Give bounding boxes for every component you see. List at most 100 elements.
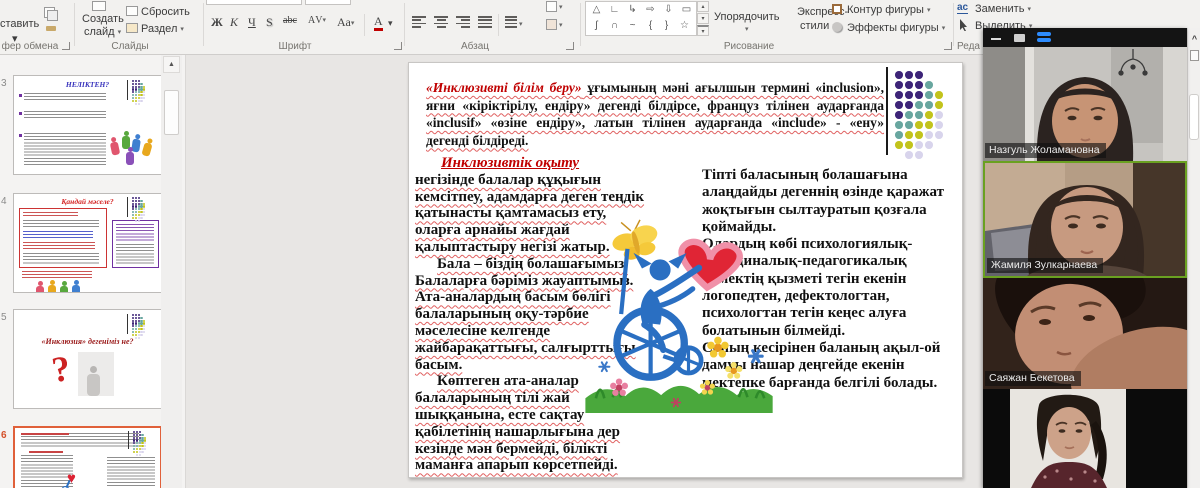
replace-icon[interactable]: ac (957, 2, 968, 14)
shape-outline-icon[interactable] (832, 4, 842, 14)
thumbnail-slide-6-selected[interactable]: ♥ (13, 426, 162, 488)
intro-textbox[interactable]: «Инклюзивті білім беру» ұғымының мәні ағ… (426, 79, 884, 149)
font-color-chevron-icon[interactable]: ▾ (388, 18, 393, 29)
thumbnail-scrollbar-thumb[interactable] (164, 90, 179, 135)
new-slide-button-line2[interactable]: слайд ▾ (84, 26, 121, 38)
section-button[interactable]: Раздел ▾ (141, 23, 184, 35)
thumbnail-scrollbar[interactable]: ▲ (161, 55, 182, 488)
bullet-decor (19, 134, 22, 137)
thumbnail-scroll-up-button[interactable]: ▲ (163, 56, 180, 73)
reset-button[interactable]: Сбросить (141, 6, 190, 18)
shape-effects-button[interactable]: Эффекты фигуры ▾ (847, 22, 945, 34)
text-shadow-button[interactable]: S (266, 15, 273, 30)
columns-button[interactable] (505, 16, 519, 28)
align-justify-button[interactable] (478, 16, 492, 28)
clipboard-dialog-launcher[interactable] (62, 42, 70, 50)
replace-label: Заменить (975, 3, 1024, 15)
gallery-view-icon[interactable] (1037, 32, 1051, 43)
strikethrough-button[interactable]: abc (283, 15, 297, 26)
shapes-more-icon[interactable]: ▾ (697, 25, 709, 36)
char-spacing-button[interactable]: АV▾ (308, 15, 326, 26)
shapes-scroll-up-icon[interactable]: ▴ (697, 1, 709, 12)
shape-triangle-icon[interactable]: △ (588, 2, 605, 17)
shape-rectangle-icon[interactable]: ▭ (678, 2, 695, 17)
text-direction-chevron-icon[interactable]: ▾ (559, 3, 563, 11)
thumb5-title: «Инклюзия» дегеніміз не? (14, 337, 161, 346)
clipboard-group-label: фер обмена (0, 41, 60, 52)
shape-angle-icon[interactable]: ∟ (606, 2, 623, 17)
shape-freeform-icon[interactable]: ʃ (588, 18, 605, 33)
new-slide-button[interactable]: Создать (82, 13, 124, 25)
reset-slide-icon[interactable] (126, 6, 138, 16)
convert-smartart-chevron-icon[interactable]: ▾ (559, 21, 563, 29)
small-separator (498, 14, 499, 36)
wheelchair-girl-heart-clipart (581, 211, 776, 413)
shape-right-arrow-icon[interactable]: ⇨ (642, 2, 659, 17)
participant-tile-2-active[interactable]: Жамиля Зулкарнаева (983, 161, 1187, 278)
shape-star-icon[interactable]: ☆ (676, 18, 693, 33)
paste-button[interactable]: ставить (0, 18, 39, 30)
thumb-text-lines (21, 455, 73, 488)
shape-outline-button[interactable]: Контур фигуры ▾ (847, 4, 931, 16)
shape-curve-icon[interactable]: ~ (624, 18, 641, 33)
participant-tile-4[interactable] (983, 389, 1187, 488)
arrange-chevron-icon[interactable]: ▾ (745, 25, 749, 33)
scrollbar-split-box[interactable] (1190, 50, 1199, 61)
editor-scrollbar[interactable]: ^ (1187, 28, 1200, 488)
children-clipart (131, 139, 141, 153)
quick-styles-button-line2[interactable]: стили ▾ (800, 20, 836, 32)
paragraph-dialog-launcher[interactable] (566, 42, 574, 50)
italic-button[interactable]: К (230, 15, 238, 30)
shape-effects-chevron-icon: ▾ (942, 25, 946, 32)
align-left-button[interactable] (412, 16, 426, 28)
children-clipart (60, 286, 68, 293)
shape-left-brace-icon[interactable]: { (642, 18, 659, 33)
select-pointer-icon[interactable] (959, 19, 969, 31)
dots-line-decor (886, 67, 888, 155)
align-right-button[interactable] (456, 16, 470, 28)
new-slide-label-1: Создать (82, 13, 124, 25)
participant-tile-1[interactable]: Назгуль Жоламановна (983, 47, 1187, 161)
zoom-title-bar[interactable] (983, 28, 1187, 47)
font-color-button[interactable]: А (374, 15, 383, 31)
drawing-dialog-launcher[interactable] (944, 42, 952, 50)
underline-button[interactable]: Ч (248, 15, 256, 30)
shape-effects-label: Эффекты фигуры (847, 22, 939, 34)
slide-canvas[interactable]: «Инклюзивті білім беру» ұғымының мәні ағ… (408, 62, 963, 478)
thumbnail-slide-5[interactable]: «Инклюзия» дегеніміз не? ? (13, 309, 162, 409)
editor-scroll-up-icon[interactable]: ^ (1188, 34, 1200, 44)
bullet-decor (19, 112, 22, 115)
editor-scrollbar-thumb[interactable] (1189, 94, 1199, 140)
thumbnail-slide-4[interactable]: Қандай мәселе? (13, 193, 162, 293)
convert-smartart-icon[interactable] (546, 19, 557, 30)
thumb-text-lines (107, 457, 155, 488)
shapes-scroll-down-icon[interactable]: ▾ (697, 13, 709, 24)
shape-down-arrow-icon[interactable]: ⇩ (660, 2, 677, 17)
restore-icon[interactable] (1014, 34, 1025, 42)
section-icon[interactable] (126, 23, 138, 33)
font-name-combobox[interactable] (206, 0, 302, 5)
text-direction-icon[interactable] (546, 1, 557, 12)
participant-name-badge: Жамиля Зулкарнаева (987, 258, 1103, 273)
bold-button[interactable]: Ж (211, 15, 223, 30)
change-case-button[interactable]: Аа▾ (337, 15, 354, 30)
font-dialog-launcher[interactable] (394, 42, 402, 50)
shape-elbow-arrow-icon[interactable]: ↳ (624, 2, 641, 17)
red-intro-decor (21, 433, 69, 435)
arrange-button[interactable]: Упорядочить (714, 11, 779, 23)
thumbnail-slide-3[interactable]: НЕЛІКТЕН? (13, 75, 162, 175)
shape-right-brace-icon[interactable]: } (658, 18, 675, 33)
participant-tile-3[interactable]: Саяжан Бекетова (983, 278, 1187, 389)
group-separator (580, 3, 581, 46)
new-slide-icon[interactable] (92, 1, 106, 11)
align-center-button[interactable] (434, 16, 448, 28)
columns-chevron-icon[interactable]: ▾ (519, 20, 523, 28)
minimize-icon[interactable] (991, 38, 1001, 40)
shape-effects-icon[interactable] (832, 22, 842, 32)
font-size-combobox[interactable] (305, 0, 351, 5)
zoom-meeting-window[interactable]: Назгуль Жоламановна (983, 28, 1187, 488)
thumb-text-lines (22, 271, 92, 280)
format-painter-icon[interactable] (46, 26, 56, 31)
shape-arc-icon[interactable]: ∩ (606, 18, 623, 33)
replace-button[interactable]: Заменить ▾ (975, 3, 1031, 15)
